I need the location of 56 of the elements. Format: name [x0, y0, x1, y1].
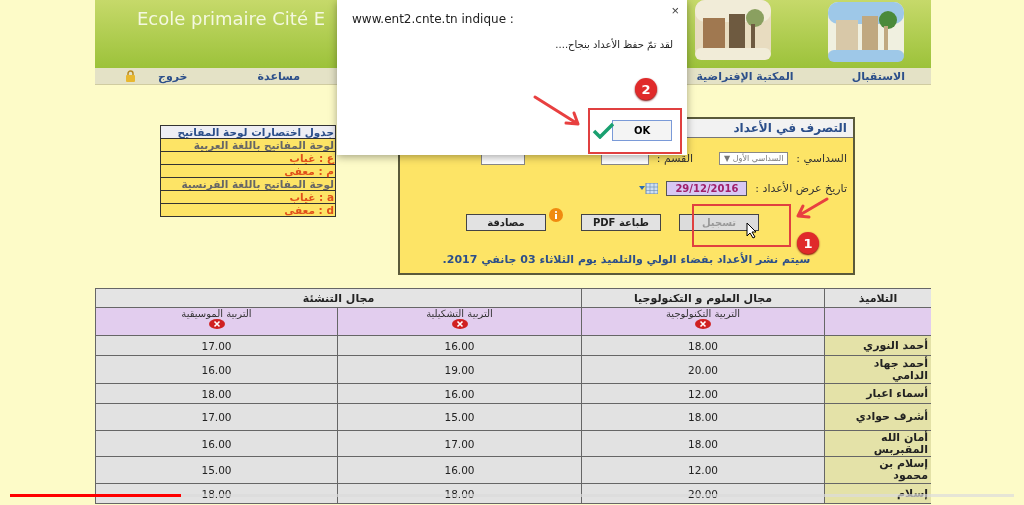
grade-cell: 17.00 — [95, 403, 338, 431]
subject-header: التربية الموسيقية — [180, 308, 253, 319]
student-name: أحمد النوري — [824, 335, 931, 356]
dialog-title: www.ent2.cnte.tn indique : — [352, 12, 514, 26]
group-header: مجال التنشئة — [95, 288, 582, 308]
column-header: التلاميذ — [824, 288, 931, 308]
table-title: جدول اختصارات لوحة المفاتيح — [160, 125, 336, 139]
lock-icon — [125, 70, 136, 82]
nav-link[interactable]: الاستقبال — [851, 69, 905, 83]
remove-icon[interactable] — [695, 319, 711, 329]
semester-select[interactable]: السداسي الأول ▼ — [719, 152, 789, 165]
grade-cell: 19.00 — [337, 355, 582, 384]
print-button[interactable]: طباعة PDF — [581, 214, 661, 231]
student-name: أشرف حوادي — [824, 403, 931, 431]
grade-cell: 18.00 — [581, 430, 825, 457]
field-label: القسم : — [656, 152, 694, 165]
grade-cell: 16.00 — [337, 456, 582, 484]
grade-cell: 18.00 — [581, 403, 825, 431]
group-header: مجال العلوم و التكنولوجيا — [581, 288, 825, 308]
approve-button[interactable]: مصادقة — [466, 214, 546, 231]
nav-link[interactable]: مساعدة — [257, 69, 301, 83]
grade-cell: 15.00 — [337, 403, 582, 431]
field-label: السداسي : — [796, 152, 847, 165]
checkmark-icon — [592, 122, 614, 139]
grade-cell: 18.00 — [95, 383, 338, 404]
publish-notice: سيتم نشر الأعداد بفضاء الولي والتلميذ يوم الثلاثاء 03 جانفي 2017. — [441, 253, 812, 266]
grade-cell: 16.00 — [95, 430, 338, 457]
ok-button[interactable]: OK — [612, 120, 672, 141]
grade-cell: 16.00 — [337, 335, 582, 356]
student-name: أسماء اعبار — [824, 383, 931, 404]
grade-cell: 17.00 — [95, 335, 338, 356]
remove-icon[interactable] — [208, 319, 225, 329]
grade-cell: 12.00 — [581, 456, 825, 484]
student-name: أمان الله المقبربس — [824, 430, 931, 457]
grade-cell: 17.00 — [337, 430, 582, 457]
subject-header: التربية التكنولوجية — [665, 308, 742, 319]
field-label: تاريخ عرض الأعداد : — [755, 182, 847, 195]
subject-header: التربية التشكيلية — [425, 308, 494, 319]
grade-cell: 20.00 — [581, 355, 825, 384]
cursor-icon — [746, 222, 757, 239]
student-name: إسلام بن محمود — [824, 456, 931, 484]
dialog-message: لقد تمّ حفظ الأعداد بنجاح.... — [555, 39, 673, 50]
calendar-icon[interactable] — [638, 183, 659, 194]
grade-cell: 15.00 — [95, 456, 338, 484]
nav-link[interactable]: المكتبة الإفتراضية — [696, 69, 794, 83]
grade-cell: 18.00 — [581, 335, 825, 356]
info-icon — [549, 208, 563, 222]
grade-cell: 16.00 — [337, 383, 582, 404]
remove-icon[interactable] — [451, 319, 468, 329]
grade-cell: 12.00 — [581, 383, 825, 404]
grade-cell: 16.00 — [95, 355, 338, 384]
nav-link[interactable]: خروج — [158, 69, 188, 83]
school-title: Ecole primaire Cité E — [137, 8, 326, 29]
date-field[interactable]: 29/12/2016 — [666, 181, 748, 196]
student-name: أحمد جهاد الدامي — [824, 355, 931, 384]
close-button[interactable]: × — [669, 3, 681, 18]
